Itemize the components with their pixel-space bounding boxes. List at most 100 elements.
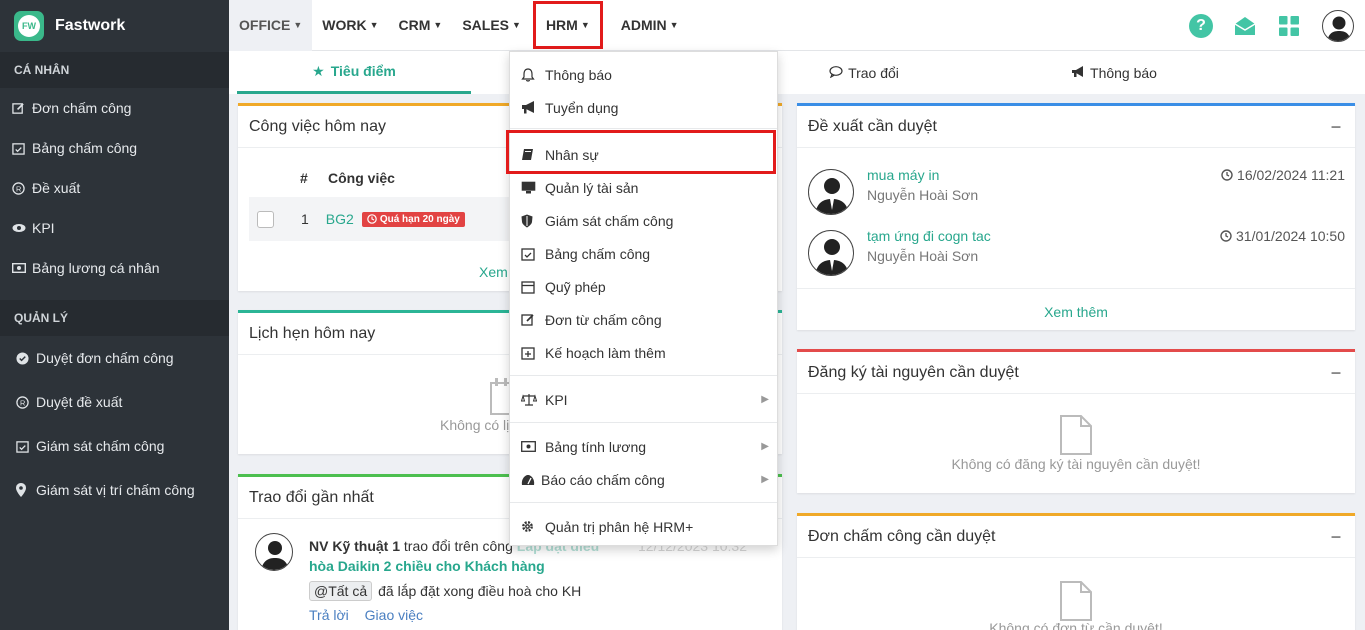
sidebar-item-approve-timesheet[interactable]: Duyệt đơn chấm công (0, 336, 229, 380)
nav-hrm[interactable]: HRM ▼ (532, 1, 603, 49)
clock-icon (1221, 169, 1233, 181)
sidebar-item-approve-proposal[interactable]: R Duyệt đề xuất (0, 380, 229, 424)
svg-text:R: R (16, 184, 21, 193)
tab-exchange[interactable]: Trao đổi (769, 51, 959, 94)
sidebar: FW Fastwork CÁ NHÂN Đơn chấm công Bảng c… (0, 0, 229, 630)
apps-button[interactable] (1267, 15, 1311, 36)
mail-button[interactable] (1223, 16, 1267, 36)
brand-name: Fastwork (55, 17, 126, 34)
balance-scale-icon (521, 393, 545, 406)
envelope-open-icon (1234, 16, 1256, 35)
empty-message: Không có đơn từ cần duyệt! (989, 620, 1163, 630)
nav-crm[interactable]: CRM ▼ (389, 0, 453, 51)
sidebar-item-label: Đề xuất (32, 180, 81, 196)
caret-down-icon: ▼ (293, 20, 303, 30)
row-index: 1 (301, 211, 309, 227)
menu-item-timesheet[interactable]: Bảng chấm công (510, 237, 777, 270)
menu-item-kpi[interactable]: KPI ▶ (510, 383, 777, 416)
file-empty-icon (1059, 414, 1093, 459)
chevron-right-icon: ▶ (761, 394, 769, 405)
edit-icon (12, 102, 32, 115)
registered-icon: R (12, 181, 32, 195)
user-menu[interactable] (1311, 9, 1365, 42)
menu-item-payroll[interactable]: Bảng tính lương ▶ (510, 430, 777, 463)
proposal-title[interactable]: mua máy in (867, 167, 939, 183)
reply-link[interactable]: Trả lời (309, 607, 349, 623)
map-marker-icon (16, 483, 36, 497)
column-index: # (300, 170, 308, 186)
sidebar-item-label: Đơn chấm công (32, 100, 132, 116)
shield-icon (521, 214, 545, 228)
empty-message: Không có lị (440, 417, 510, 433)
tab-bar: ★ Tiêu điểm Trao đổi Thông báo (229, 51, 1365, 94)
sidebar-item-timesheet[interactable]: Bảng chấm công (0, 128, 229, 168)
brand-logo-icon: FW (14, 11, 44, 41)
mention-tag[interactable]: @Tất cả (309, 581, 373, 601)
sidebar-item-monitor-location[interactable]: Giám sát vị trí chấm công (0, 468, 229, 512)
caret-down-icon: ▼ (369, 20, 379, 30)
caret-down-icon: ▼ (580, 20, 590, 30)
card-title: Đăng ký tài nguyên cần duyệt (797, 352, 1355, 394)
sidebar-item-monitor-timesheet[interactable]: Giám sát chấm công (0, 424, 229, 468)
menu-item-attendance-report[interactable]: Báo cáo chấm công ▶ (510, 463, 777, 496)
see-more-link[interactable]: Xem (479, 264, 508, 280)
exchange-message: @Tất cả đã lắp đặt xong điều hoà cho KH (309, 581, 581, 601)
brand[interactable]: FW Fastwork (0, 0, 229, 52)
menu-item-recruitment[interactable]: Tuyển dụng (510, 91, 777, 124)
clock-icon (367, 214, 377, 224)
registered-icon: R (16, 395, 36, 409)
menu-item-timesheet-requests[interactable]: Đơn từ chấm công (510, 303, 777, 336)
calendar-check-icon (16, 440, 36, 453)
edit-icon (521, 313, 545, 327)
bullhorn-icon (521, 101, 545, 114)
bullhorn-icon (1071, 65, 1085, 81)
sidebar-item-proposal[interactable]: R Đề xuất (0, 168, 229, 208)
card-resources: Đăng ký tài nguyên cần duyệt – Không có … (797, 349, 1355, 493)
nav-office[interactable]: OFFICE ▼ (229, 0, 313, 51)
author-name[interactable]: NV Kỹ thuật 1 (309, 538, 400, 554)
menu-item-asset-management[interactable]: Quản lý tài sản (510, 171, 777, 204)
task-checkbox[interactable] (257, 210, 274, 228)
sidebar-item-label: Bảng chấm công (32, 140, 138, 156)
exchange-subject[interactable]: hòa Daikin 2 chiều cho Khách hàng (309, 558, 545, 574)
avatar (808, 169, 854, 215)
dashboard-icon (521, 474, 541, 486)
help-button[interactable]: ? (1179, 13, 1223, 38)
minimize-icon[interactable]: – (1331, 362, 1341, 383)
card-proposals: Đề xuất cần duyệt – mua máy in Nguyễn Ho… (797, 103, 1355, 330)
column-task: Công việc (328, 170, 395, 186)
check-circle-icon (16, 351, 36, 365)
nav-sales[interactable]: SALES ▼ (452, 0, 531, 51)
sidebar-item-label: Giám sát vị trí chấm công (36, 482, 195, 498)
nav-admin[interactable]: ADMIN ▼ (611, 0, 689, 51)
task-link[interactable]: BG2 (326, 211, 354, 227)
tab-focus[interactable]: ★ Tiêu điểm (237, 51, 471, 94)
minimize-icon[interactable]: – (1331, 526, 1341, 547)
menu-item-overtime-plan[interactable]: Kế hoạch làm thêm (510, 336, 777, 369)
tab-notifications[interactable]: Thông báo (1019, 51, 1209, 94)
sidebar-item-kpi[interactable]: KPI (0, 208, 229, 248)
sidebar-item-payroll[interactable]: Bảng lương cá nhân (0, 248, 229, 288)
nav-work[interactable]: WORK ▼ (312, 0, 388, 51)
menu-item-personnel[interactable]: Nhân sự (510, 138, 777, 171)
chevron-right-icon: ▶ (761, 474, 769, 485)
exchange-actions: Trả lời Giao việc (309, 607, 423, 623)
bell-icon (521, 67, 545, 82)
menu-item-notifications[interactable]: Thông báo (510, 58, 777, 91)
calendar-plus-icon (521, 346, 545, 360)
avatar (808, 230, 854, 276)
see-more-link[interactable]: Xem thêm (797, 304, 1355, 320)
minimize-icon[interactable]: – (1331, 116, 1341, 137)
avatar (1322, 9, 1354, 42)
menu-item-leave-fund[interactable]: Quỹ phép (510, 270, 777, 303)
card-title: Đề xuất cần duyệt (797, 106, 1355, 148)
menu-item-hrm-admin[interactable]: Quản trị phân hệ HRM+ (510, 510, 777, 543)
desktop-icon (521, 181, 545, 194)
proposal-title[interactable]: tạm ứng đi cogn tac (867, 228, 991, 244)
sidebar-item-timesheet-request[interactable]: Đơn chấm công (0, 88, 229, 128)
sidebar-item-label: Bảng lương cá nhân (32, 260, 160, 276)
menu-item-attendance-monitor[interactable]: Giám sát chấm công (510, 204, 777, 237)
assign-link[interactable]: Giao việc (365, 607, 423, 623)
top-icons: ? (1179, 0, 1365, 51)
money-icon (12, 263, 32, 273)
